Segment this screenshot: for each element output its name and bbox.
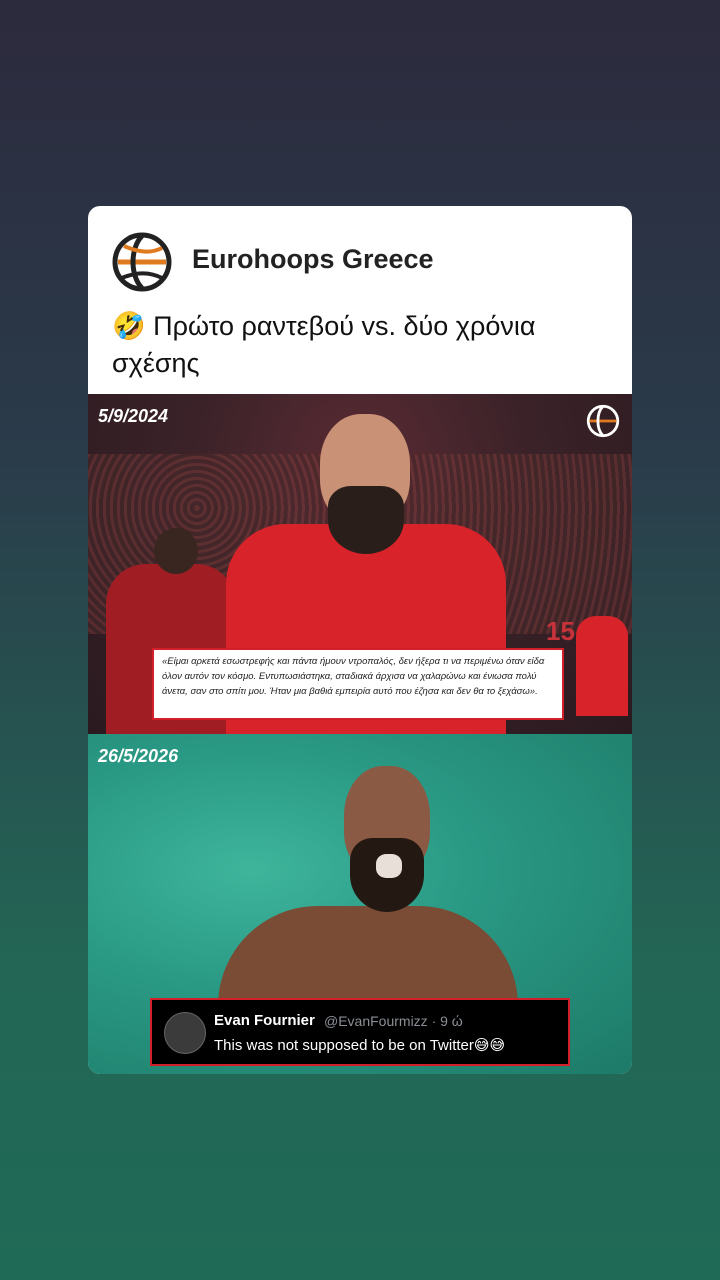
background-player bbox=[576, 616, 628, 716]
eurohoops-logo-icon[interactable] bbox=[112, 232, 172, 292]
photo-first-date: 15 5/9/2024 «Είμαι αρκετά εσωστρεφής και… bbox=[88, 394, 632, 734]
sweat-smile-emoji-icon: 😅😅 bbox=[473, 1036, 506, 1054]
tweet-text: This was not supposed to be on Twitter😅😅 bbox=[214, 1036, 505, 1054]
background-person-head bbox=[154, 528, 198, 574]
tweet-embed: Evan Fournier @EvanFourmizz · 9 ώ This w… bbox=[150, 998, 570, 1066]
date-label-bottom: 26/5/2026 bbox=[98, 746, 179, 766]
jersey-number: 15 bbox=[546, 616, 575, 646]
quote-box: «Είμαι αρκετά εσωστρεφής και πάντα ήμουν… bbox=[152, 648, 564, 720]
post-header: Eurohoops Greece 🤣 Πρώτο ραντεβού vs. δύ… bbox=[88, 206, 632, 394]
caption-text: Πρώτο ραντεβού vs. δύο χρόνια σχέσης bbox=[112, 311, 536, 378]
avatar bbox=[164, 1012, 206, 1054]
story-card: Eurohoops Greece 🤣 Πρώτο ραντεβού vs. δύ… bbox=[88, 206, 632, 1074]
tweet-handle: @EvanFourmizz · 9 ώ bbox=[324, 1013, 463, 1029]
page-name[interactable]: Eurohoops Greece bbox=[192, 244, 434, 275]
tweet-author-name: Evan Fournier bbox=[214, 1012, 315, 1029]
player-beard bbox=[328, 486, 404, 554]
date-label-top: 5/9/2024 bbox=[98, 406, 169, 426]
photo-two-years-later: 26/5/2026 Evan Fournier @EvanFourmizz · … bbox=[88, 734, 632, 1074]
player-mouth bbox=[376, 854, 402, 878]
watermark-logo-icon bbox=[586, 404, 620, 438]
rofl-emoji-icon: 🤣 bbox=[112, 311, 146, 342]
post-caption: 🤣 Πρώτο ραντεβού vs. δύο χρόνια σχέσης bbox=[112, 308, 612, 381]
tweet-body: This was not supposed to be on Twitter bbox=[214, 1037, 474, 1054]
